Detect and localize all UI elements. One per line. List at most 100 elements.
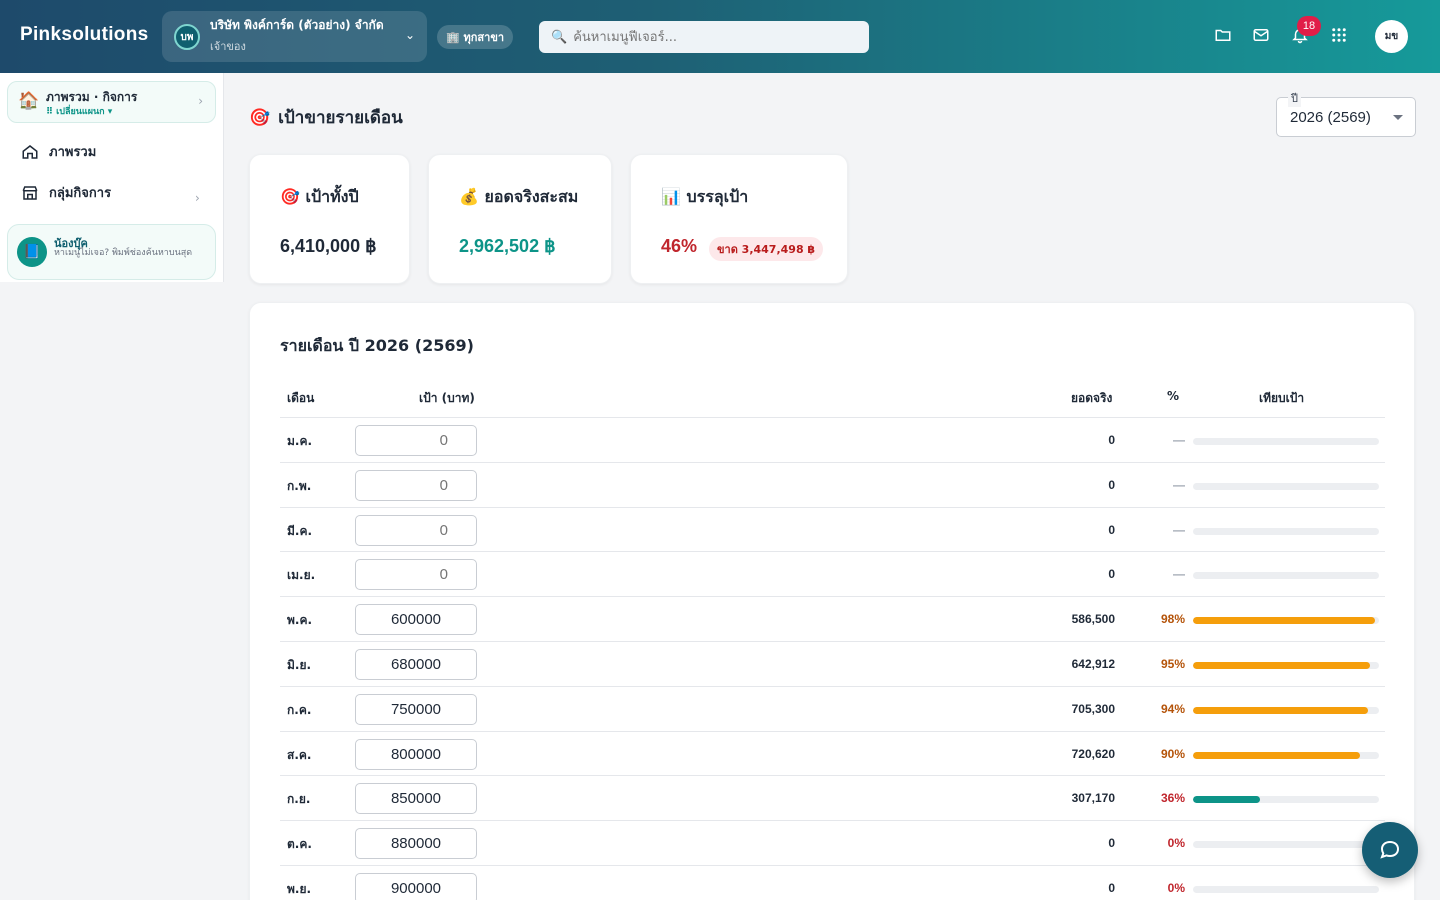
table-row: ก.พ. 0 — (280, 461, 1385, 507)
chevron-down-icon: ⌄ (404, 28, 415, 42)
company-switcher[interactable]: บพ บริษัท พิงค์การ์ด (ตัวอย่าง) จำกัด เจ… (162, 11, 427, 62)
month-cell: มี.ค. (287, 523, 313, 538)
branch-selector[interactable]: 🏢 ทุกสาขา (437, 25, 514, 49)
kpi-label: 📊 บรรลุเป้า (661, 187, 749, 206)
kpi-actual-cumulative: 💰 ยอดจริงสะสม 2,962,502 ฿ (428, 154, 612, 284)
progress-bar (1193, 617, 1379, 625)
percent-cell: — (1173, 567, 1185, 582)
actual-cell: 0 (1108, 477, 1115, 492)
target-input[interactable] (355, 693, 477, 725)
target-input[interactable] (355, 828, 477, 860)
brand-logo[interactable]: Pinksolutions (20, 24, 148, 46)
money-bag-icon: 💰 (459, 187, 479, 206)
percent-cell: — (1173, 522, 1185, 537)
target-input[interactable] (355, 604, 477, 636)
target-icon: 🎯 (249, 107, 271, 128)
progress-fill (1193, 617, 1376, 625)
progress-bar (1193, 438, 1379, 445)
target-input[interactable] (355, 872, 477, 900)
month-cell: ต.ค. (287, 837, 312, 852)
chat-button[interactable] (1362, 822, 1418, 878)
month-cell: เม.ย. (287, 568, 316, 583)
change-department-link[interactable]: ⠿ เปลี่ยนแผนก ▾ (46, 104, 112, 118)
apps-grid-icon[interactable] (1330, 26, 1348, 48)
page-title-text: เป้าขายรายเดือน (278, 108, 403, 128)
kpi-value: 46% (661, 236, 698, 256)
shortfall-badge: ขาด 3,447,498 ฿ (709, 237, 824, 261)
target-input[interactable] (355, 783, 477, 815)
progress-fill (1193, 661, 1370, 669)
mail-icon[interactable] (1252, 26, 1270, 48)
year-select-label: ปี (1288, 89, 1301, 107)
house-icon: 🏠 (18, 91, 40, 111)
month-cell: พ.ค. (287, 613, 313, 628)
bar-chart-icon: 📊 (661, 187, 681, 206)
actual-cell: 0 (1108, 880, 1115, 895)
progress-bar (1193, 796, 1379, 804)
target-input[interactable] (355, 514, 477, 546)
actual-cell: 720,620 (1071, 746, 1115, 761)
folder-icon[interactable] (1214, 26, 1232, 48)
page-title: 🎯 เป้าขายรายเดือน (249, 104, 403, 131)
target-input[interactable] (355, 425, 477, 456)
helper-text: หาเมนูไม่เจอ? พิมพ์ช่องค้นหาบนสุด (54, 248, 193, 258)
progress-bar (1193, 572, 1379, 580)
table-row: มี.ค. 0 — (280, 506, 1385, 552)
chat-bubble-icon (1380, 840, 1400, 859)
table-row: ส.ค. 720,620 90% (280, 730, 1385, 776)
monthly-table-card: รายเดือน ปี 2026 (2569) เดือน เป้า (บาท)… (249, 302, 1415, 900)
actual-cell: 705,300 (1071, 701, 1115, 716)
month-cell: มิ.ย. (287, 657, 312, 672)
user-avatar[interactable]: มข (1375, 20, 1408, 53)
progress-fill (1193, 796, 1260, 804)
percent-cell: 98% (1160, 612, 1185, 627)
caret-down-icon (1393, 115, 1403, 120)
percent-cell: 95% (1160, 656, 1185, 671)
company-name: บริษัท พิงค์การ์ด (ตัวอย่าง) จำกัด (210, 18, 384, 32)
chevron-right-icon: › (198, 94, 203, 108)
sidebar-item-business-group[interactable]: กลุ่มกิจการ (21, 182, 111, 203)
percent-cell: 36% (1160, 791, 1185, 806)
column-header-percent: % (1167, 389, 1180, 403)
target-input[interactable] (355, 469, 477, 501)
progress-bar (1193, 885, 1379, 893)
table-row: มิ.ย. 642,912 95% (280, 640, 1385, 686)
progress-fill (1193, 751, 1361, 759)
sidebar-item-label: ภาพรวม (49, 145, 97, 160)
percent-cell: 90% (1160, 746, 1185, 761)
year-select[interactable]: ปี 2026 (2569) (1276, 89, 1416, 137)
month-cell: พ.ย. (287, 881, 312, 896)
table-row: ก.ค. 705,300 94% (280, 685, 1385, 731)
month-cell: ส.ค. (287, 747, 312, 762)
target-input[interactable] (355, 738, 477, 770)
home-icon (22, 144, 38, 159)
actual-cell: 586,500 (1071, 612, 1115, 627)
search-icon: 🔍 (551, 29, 568, 45)
column-header-target: เป้า (บาท) (419, 391, 475, 405)
year-select-value: 2026 (2569) (1290, 109, 1371, 126)
company-role: เจ้าของ (210, 40, 246, 53)
month-cell: ก.พ. (287, 478, 312, 493)
progress-bar (1193, 841, 1379, 849)
overview-department-card[interactable]: 🏠 ภาพรวม · กิจการ ⠿ เปลี่ยนแผนก ▾ › (7, 81, 216, 123)
helper-card[interactable]: 📘 น้องบุ๊ค หาเมนูไม่เจอ? พิมพ์ช่องค้นหาบ… (7, 224, 216, 280)
actual-cell: 0 (1108, 836, 1115, 851)
kpi-label: 💰 ยอดจริงสะสม (459, 187, 579, 206)
kpi-achievement: 📊 บรรลุเป้า 46% ขาด 3,447,498 ฿ (630, 154, 848, 284)
table-row: พ.ค. 586,500 98% (280, 596, 1385, 641)
target-input[interactable] (355, 559, 477, 591)
progress-bar (1193, 661, 1379, 669)
actual-cell: 0 (1108, 433, 1115, 447)
company-logo: บพ (174, 24, 200, 50)
search-box[interactable]: 🔍 (539, 21, 869, 53)
progress-bar (1193, 751, 1379, 759)
progress-bar (1193, 482, 1379, 490)
progress-bar (1193, 527, 1379, 535)
target-input[interactable] (355, 648, 477, 680)
kpi-annual-target: 🎯 เป้าทั้งปี 6,410,000 ฿ (249, 154, 410, 284)
chevron-right-icon: › (195, 191, 200, 205)
search-input[interactable] (573, 29, 854, 45)
sidebar-item-overview[interactable]: ภาพรวม (21, 141, 96, 162)
actual-cell: 642,912 (1071, 656, 1115, 671)
percent-cell: — (1173, 477, 1185, 492)
